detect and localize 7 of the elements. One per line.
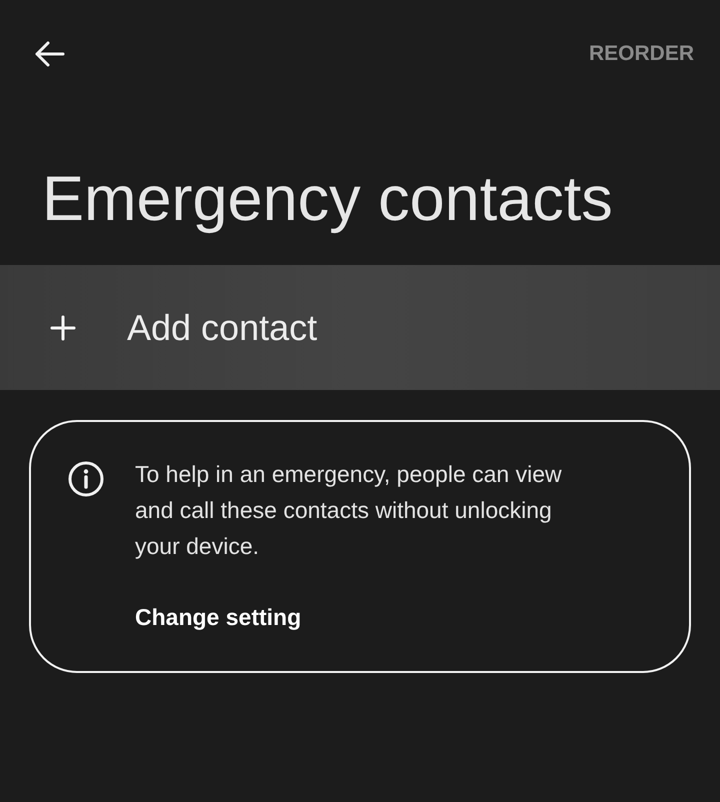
change-setting-link[interactable]: Change setting	[135, 600, 302, 634]
page-title: Emergency contacts	[42, 164, 613, 234]
info-icon	[68, 461, 104, 497]
add-contact-button[interactable]: Add contact	[0, 265, 720, 390]
back-arrow-icon	[35, 41, 65, 67]
info-message: To help in an emergency, people can view and call these contacts without unlocking your device.	[135, 460, 563, 561]
plus-icon	[50, 314, 76, 340]
